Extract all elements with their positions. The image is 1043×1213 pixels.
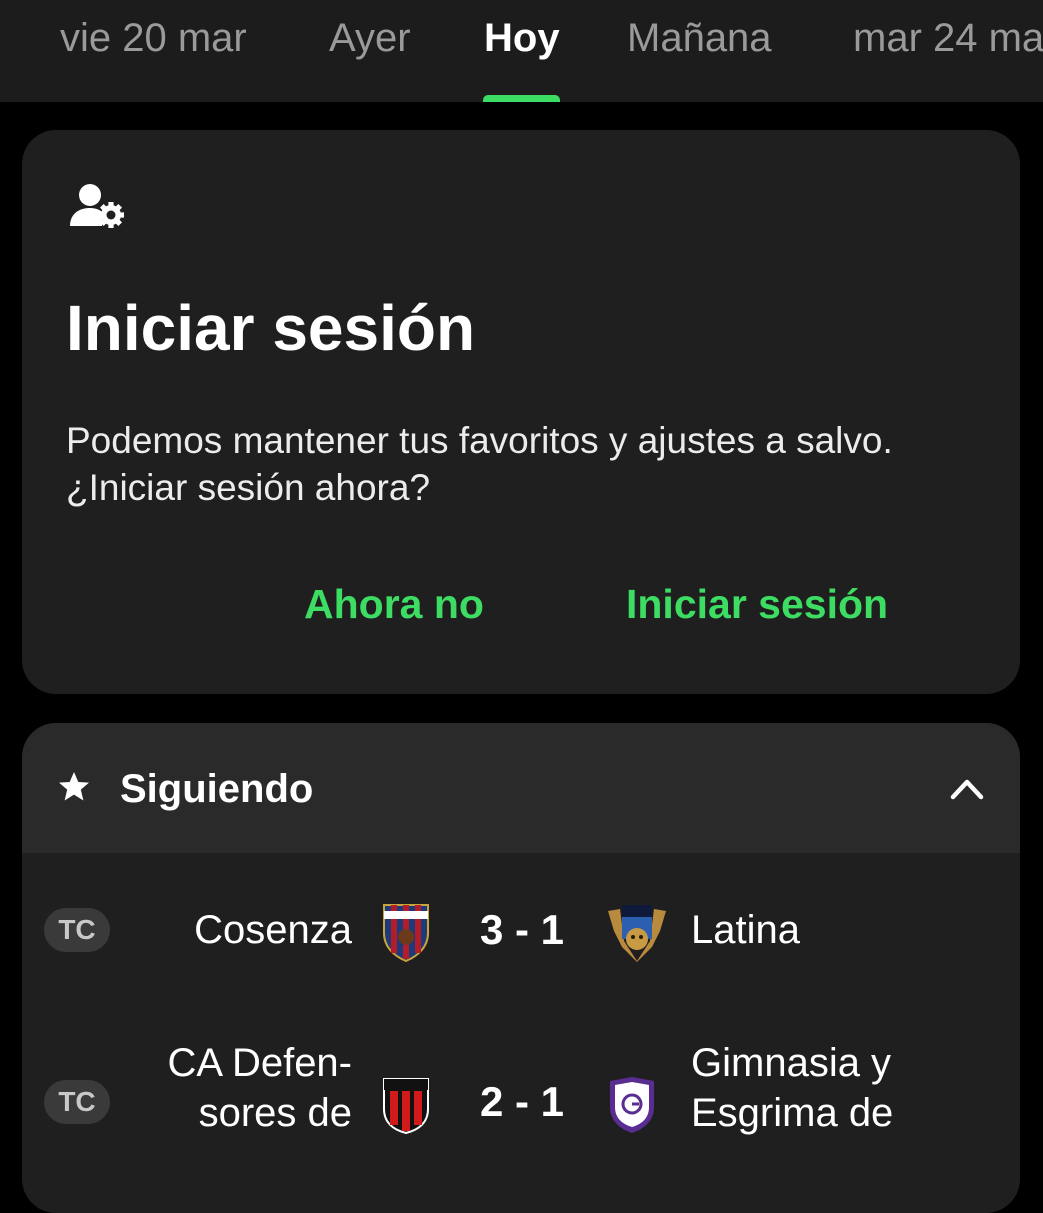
star-icon (59, 772, 89, 801)
tab-ayer[interactable]: Ayer (329, 14, 411, 62)
following-title: Siguiendo (120, 767, 314, 811)
cosenza-crest-icon (383, 904, 429, 963)
login-message: Podemos mantener tus favoritos y ajustes… (66, 420, 893, 508)
following-header[interactable]: Siguiendo (22, 723, 1020, 853)
sign-in-button[interactable]: Iniciar sesión (626, 576, 888, 632)
tab-manana[interactable]: Mañana (627, 14, 772, 62)
match-score: 3 - 1 (479, 906, 565, 953)
date-tab-bar: vie 20 mar Ayer Hoy Mañana mar 24 ma (0, 0, 1043, 102)
defensores-crest-icon (383, 1078, 429, 1135)
chevron-up-icon[interactable] (950, 773, 984, 803)
active-tab-indicator (483, 95, 560, 102)
gimnasia-crest-icon (610, 1077, 654, 1133)
home-team-name: CA Defen- sores de (167, 1041, 352, 1135)
tab-hoy[interactable]: Hoy (484, 14, 560, 62)
tab-vie-20-mar[interactable]: vie 20 mar (60, 14, 247, 62)
away-team-name: Gimnasia y Esgrima de (691, 1041, 894, 1135)
following-card: Siguiendo TC Cosenza 3 - 1 Latina TC CA … (22, 723, 1020, 1213)
tab-mar-24-mar[interactable]: mar 24 ma (853, 14, 1043, 62)
match-score: 2 - 1 (479, 1078, 565, 1125)
competition-badge: TC (44, 1080, 110, 1124)
latina-crest-icon (608, 905, 666, 962)
match-row[interactable]: TC CA Defen- sores de 2 - 1 Gimnasia y E… (22, 1035, 1020, 1185)
competition-badge: TC (44, 908, 110, 952)
away-team-name: Latina (691, 908, 800, 952)
login-card: Iniciar sesión Podemos mantener tus favo… (22, 130, 1020, 694)
match-row[interactable]: TC Cosenza 3 - 1 Latina (22, 863, 1020, 1013)
user-gear-icon (70, 184, 124, 228)
not-now-button[interactable]: Ahora no (304, 576, 484, 632)
home-team-name: Cosenza (194, 908, 352, 952)
login-title: Iniciar sesión (66, 292, 476, 364)
